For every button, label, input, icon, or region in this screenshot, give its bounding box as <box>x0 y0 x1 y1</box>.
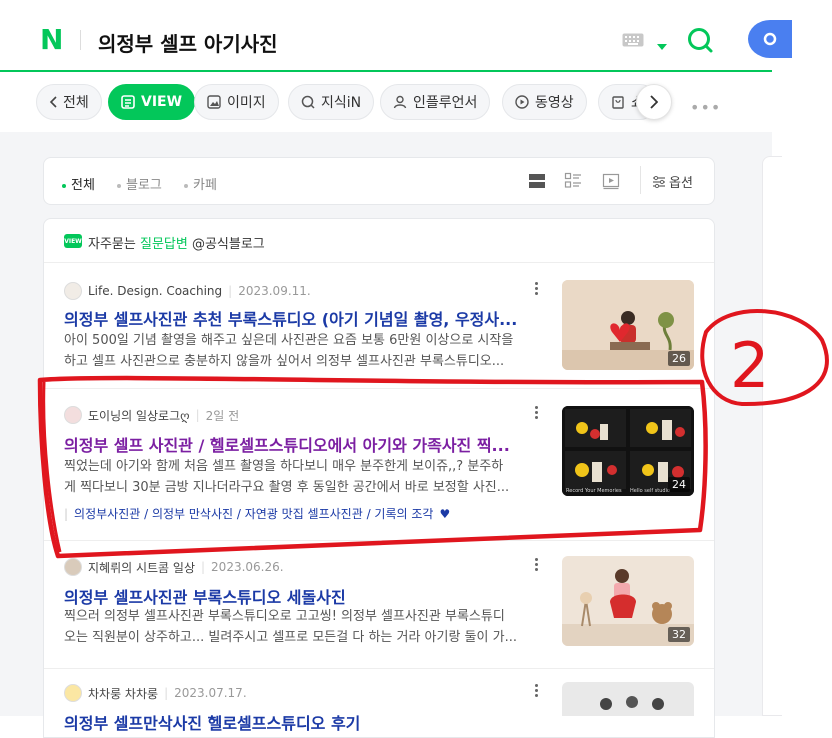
shopping-icon <box>612 96 624 109</box>
detail-view-icon[interactable] <box>564 172 582 194</box>
view-badge: VIEW <box>64 234 82 248</box>
result-tags[interactable]: | 의정부사진관 / 의정부 만삭사진 / 자연광 맛집 셀프사진관 / 기록의 … <box>64 505 450 522</box>
filter-divider <box>640 166 641 194</box>
faq-text[interactable]: 자주묻는 질문답변 @공식블로그 <box>88 233 265 252</box>
search-input[interactable]: 의정부 셀프 아기사진 <box>98 28 278 57</box>
thumb-caption: Hello self studio <box>630 488 671 494</box>
tags-text: 의정부사진관 / 의정부 만삭사진 / 자연광 맛집 셀프사진관 / 기록의 조… <box>74 507 434 521</box>
avatar <box>64 558 82 576</box>
photo-count: 32 <box>668 627 690 642</box>
image-icon <box>207 95 221 109</box>
photo-count: 24 <box>668 477 690 492</box>
filter-blog[interactable]: 블로그 <box>117 174 162 193</box>
sliders-icon <box>653 175 665 189</box>
naver-logo[interactable]: N <box>40 26 63 54</box>
tab-label: 동영상 <box>535 95 574 111</box>
result-title[interactable]: 의정부 셀프만삭사진 헬로셀프스튜디오 후기 <box>64 710 536 734</box>
thumb-caption: Record Your Memories <box>566 488 622 494</box>
post-date: 2일 전 <box>205 408 240 423</box>
author-name: Life. Design. Coaching <box>88 284 223 298</box>
snippet-line: 찍었는데 아기와 함께 처음 셀프 촬영을 하다보니 매우 분주한게 보이쥬,,… <box>64 459 504 474</box>
tab-label: 인플루언서 <box>413 95 478 111</box>
result-snippet: 찍으러 의정부 셀프사진관 부록스튜디오로 고고씽! 의정부 셀프사진관 부록스… <box>64 606 536 648</box>
chevron-left-icon <box>49 96 57 108</box>
search-icon[interactable] <box>686 26 714 58</box>
snippet-line: 게 찍다보니 30분 금방 지나더라구요 촬영 후 동일한 공간에서 바로 보정… <box>64 480 510 495</box>
faq-prefix: 자주묻는 <box>88 237 140 252</box>
faq-suffix: @공식블로그 <box>187 237 265 252</box>
tab-label: 전체 <box>63 95 89 111</box>
tab-image[interactable]: 이미지 <box>194 84 279 120</box>
view-icon <box>121 95 135 109</box>
filter-label: 카페 <box>193 178 217 193</box>
tab-kin[interactable]: 지식iN <box>288 84 375 120</box>
chevron-right-icon <box>650 95 658 109</box>
list-view-icon[interactable] <box>528 172 546 194</box>
result-author[interactable]: 지혜뤼의 시트콤 일상 | 2023.06.26. <box>64 558 284 576</box>
divider <box>44 388 714 389</box>
more-menu-icon[interactable] <box>535 282 539 297</box>
tab-label: 이미지 <box>227 95 266 111</box>
avatar <box>64 684 82 702</box>
result-author[interactable]: 도이닝의 일상로그ღ | 2일 전 <box>64 406 239 424</box>
author-name: 지혜뤼의 시트콤 일상 <box>88 560 195 575</box>
divider <box>44 540 714 541</box>
post-date: 2023.06.26. <box>211 560 284 574</box>
filter-cafe[interactable]: 카페 <box>184 174 217 193</box>
video-view-icon[interactable] <box>602 172 620 194</box>
caret-down-icon[interactable] <box>656 36 668 55</box>
snippet-line: 아이 500일 기념 촬영을 해주고 싶은데 사진관은 요즘 보통 6만원 이상… <box>64 333 514 348</box>
result-author[interactable]: 차차룽 차차룽 | 2023.07.17. <box>64 684 247 702</box>
snippet-line: 찍으러 의정부 셀프사진관 부록스튜디오로 고고씽! 의정부 셀프사진관 부록스… <box>64 609 505 624</box>
result-author[interactable]: Life. Design. Coaching | 2023.09.11. <box>64 282 311 300</box>
tab-view[interactable]: VIEW <box>108 84 196 120</box>
avatar <box>64 282 82 300</box>
snippet-line: 오는 직원분이 상주하고... 빌려주시고 셀프로 모든걸 다 하는 거라 아기… <box>64 630 517 645</box>
tab-video[interactable]: 동영상 <box>502 84 587 120</box>
tabs-next-button[interactable] <box>636 84 672 120</box>
keyboard-icon[interactable] <box>622 32 644 51</box>
more-menu-icon[interactable] <box>535 406 539 421</box>
result-thumbnail[interactable] <box>562 682 694 716</box>
photo-count: 26 <box>668 351 690 366</box>
filter-label: 전체 <box>71 178 95 193</box>
filter-label: 블로그 <box>126 178 162 193</box>
more-menu-icon[interactable] <box>535 684 539 699</box>
post-date: 2023.09.11. <box>238 284 311 298</box>
result-title[interactable]: 의정부 셀프사진관 추천 부록스튜디오 (아기 기념일 촬영, 우정사... <box>64 306 536 330</box>
play-icon <box>515 95 529 109</box>
heart-icon: ♥ <box>439 507 451 521</box>
account-icon[interactable] <box>748 20 792 58</box>
side-panel <box>762 156 782 716</box>
tab-influencer[interactable]: 인플루언서 <box>380 84 491 120</box>
more-icon[interactable]: ••• <box>690 98 721 117</box>
options-button[interactable]: 옵션 <box>652 172 693 191</box>
result-thumbnail[interactable]: Record Your Memories Hello self studio 2… <box>562 406 694 496</box>
more-menu-icon[interactable] <box>535 558 539 573</box>
filter-all[interactable]: 전체 <box>62 174 95 193</box>
post-date: 2023.07.17. <box>174 686 247 700</box>
tab-label: 지식iN <box>321 95 362 111</box>
author-name: 도이닝의 일상로그ღ <box>88 408 190 423</box>
result-thumbnail[interactable]: 26 <box>562 280 694 370</box>
search-q-icon <box>301 95 315 109</box>
result-title[interactable]: 의정부 셀프 사진관 / 헬로셀프스튜디오에서 아기와 가족사진 찍... <box>64 432 536 456</box>
tab-label: VIEW <box>141 94 183 110</box>
snippet-line: 하고 셀프 사진관으로 충분하지 않을까 싶어서 의정부 셀프사진관 부록스튜디… <box>64 354 505 369</box>
result-title[interactable]: 의정부 셀프사진관 부록스튜디오 세돌사진 <box>64 584 536 608</box>
result-snippet: 아이 500일 기념 촬영을 해주고 싶은데 사진관은 요즘 보통 6만원 이상… <box>64 330 536 372</box>
tab-all[interactable]: 전체 <box>36 84 102 120</box>
result-snippet: 찍었는데 아기와 함께 처음 셀프 촬영을 하다보니 매우 분주한게 보이쥬,,… <box>64 456 536 498</box>
result-thumbnail[interactable]: 32 <box>562 556 694 646</box>
header-divider <box>80 30 81 50</box>
faq-highlight: 질문답변 <box>139 237 188 252</box>
options-label: 옵션 <box>669 176 693 191</box>
author-name: 차차룽 차차룽 <box>88 686 159 701</box>
divider <box>44 668 714 669</box>
avatar <box>64 406 82 424</box>
person-icon <box>393 95 407 109</box>
